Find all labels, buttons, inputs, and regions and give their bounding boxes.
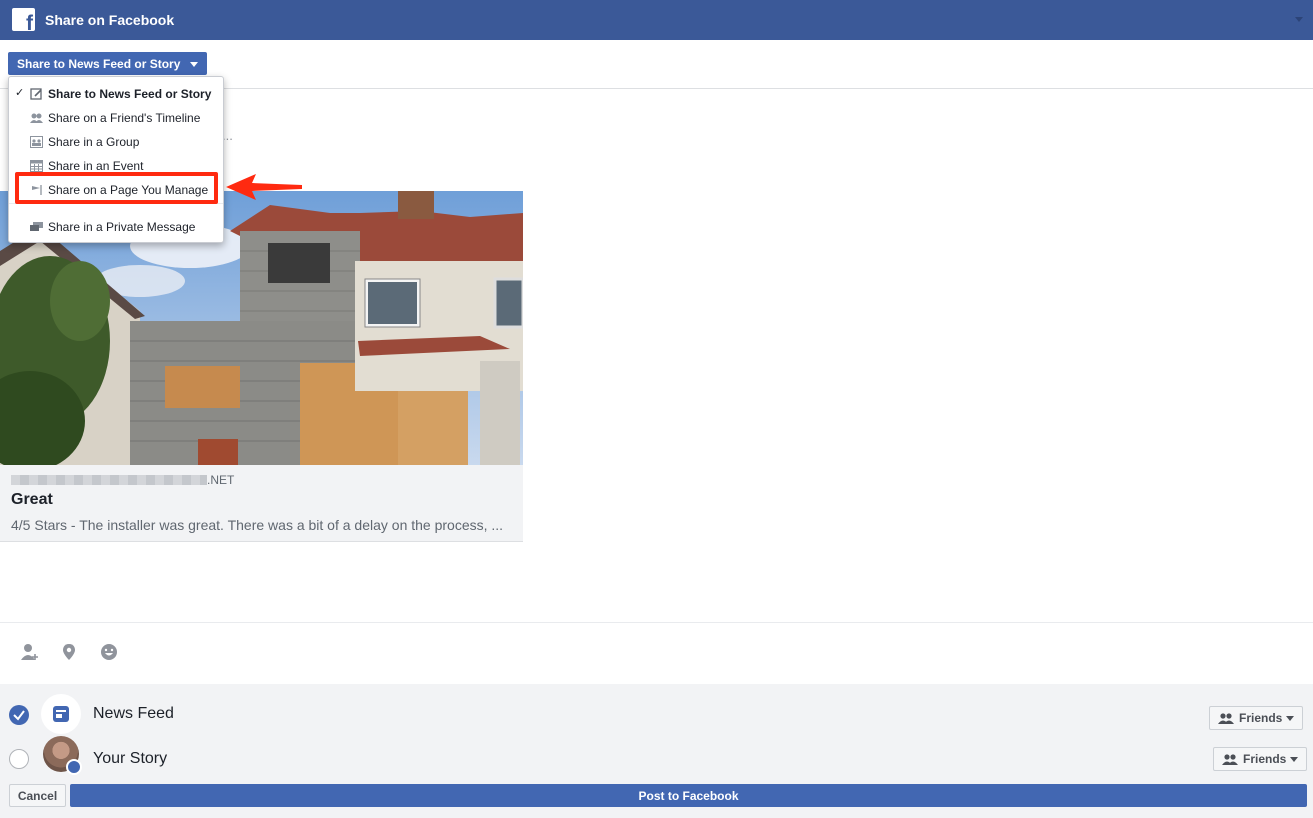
message-icon (30, 222, 43, 231)
chevron-down-icon[interactable] (1295, 17, 1303, 22)
news-feed-icon (41, 694, 81, 734)
cancel-button[interactable]: Cancel (9, 784, 66, 807)
friend-icon (30, 113, 43, 123)
post-button[interactable]: Post to Facebook (70, 784, 1307, 807)
avatar (43, 736, 82, 775)
your-story-label: Your Story (93, 750, 168, 767)
your-story-audience-button[interactable]: Friends (1213, 747, 1307, 771)
caret-down-icon (190, 62, 198, 67)
menu-item-label: Share on a Friend's Timeline (48, 111, 201, 125)
tag-friends-icon[interactable] (19, 641, 41, 663)
facebook-logo-icon: f (12, 8, 35, 31)
check-icon: ✓ (15, 87, 25, 99)
link-preview-card[interactable]: .NET Great 4/5 Stars - The installer was… (0, 191, 523, 542)
share-destination-menu: ✓ Share to News Feed or Story Share on a… (8, 76, 224, 243)
share-destination-dropdown[interactable]: Share to News Feed or Story (8, 52, 207, 75)
caret-down-icon (1286, 716, 1294, 721)
friends-icon (1222, 754, 1238, 765)
menu-item-friends-timeline[interactable]: Share on a Friend's Timeline (9, 107, 223, 129)
menu-item-label: Share in a Group (48, 135, 140, 149)
composer-toolbar (0, 622, 1313, 684)
share-destination-label: Share to News Feed or Story (17, 57, 181, 71)
blurred-domain (11, 475, 207, 485)
audience-label: Friends (1243, 752, 1287, 766)
story-badge-icon (66, 759, 82, 775)
menu-item-group[interactable]: Share in a Group (9, 131, 223, 153)
window-title: Share on Facebook (45, 12, 175, 28)
news-feed-audience-button[interactable]: Friends (1209, 706, 1303, 730)
preview-description: 4/5 Stars - The installer was great. The… (11, 517, 504, 533)
header-bar: f Share on Facebook (0, 0, 1313, 40)
feeling-icon[interactable] (98, 641, 120, 663)
location-icon[interactable] (58, 641, 80, 663)
share-options-panel: News Feed Friends Your Story Friends Can… (0, 684, 1313, 818)
menu-item-private-message[interactable]: Share in a Private Message (9, 216, 223, 238)
edit-icon (30, 88, 42, 100)
menu-item-label: Share in an Event (48, 159, 144, 173)
check-icon (13, 710, 25, 721)
menu-item-label: Share in a Private Message (48, 220, 196, 234)
friends-icon (1218, 713, 1234, 724)
your-story-radio[interactable] (9, 749, 29, 769)
annotation-arrow-icon (226, 174, 302, 200)
highlight-box (15, 172, 218, 204)
preview-domain: .NET (11, 473, 234, 487)
news-feed-checkbox[interactable] (9, 705, 29, 725)
group-icon (30, 136, 43, 148)
audience-label: Friends (1239, 711, 1283, 725)
preview-title: Great (11, 491, 53, 508)
caret-down-icon (1290, 757, 1298, 762)
news-feed-label: News Feed (93, 705, 174, 722)
menu-item-news-feed-or-story[interactable]: ✓ Share to News Feed or Story (9, 83, 223, 105)
calendar-icon (30, 160, 43, 172)
menu-item-label: Share to News Feed or Story (48, 87, 212, 101)
